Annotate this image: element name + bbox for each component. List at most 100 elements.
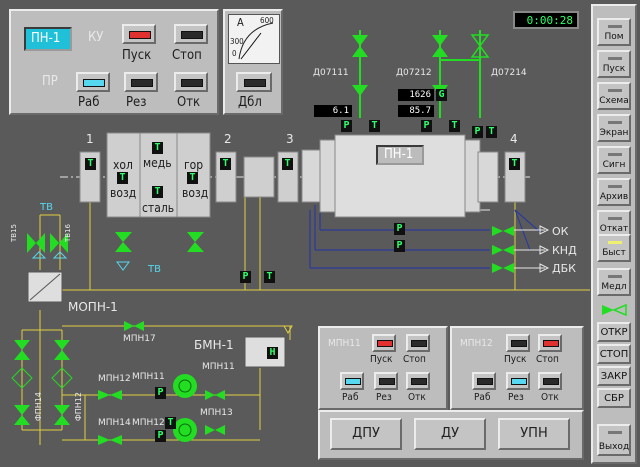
valve-tag-d07111: Д07111	[313, 68, 349, 78]
pump-label: ПН-1	[384, 147, 414, 162]
sidebar-item-slow[interactable]: Медл	[597, 268, 631, 296]
mpn12-start-label: Пуск	[504, 354, 527, 365]
mpn12-reserve-button[interactable]	[506, 372, 530, 390]
upn-button[interactable]: УПН	[498, 418, 570, 450]
sidebar-item-label: Архив	[599, 192, 629, 202]
du-label: ДУ	[440, 426, 460, 441]
mpn11-off-label: Отк	[408, 392, 426, 403]
valve-stop-button[interactable]: СТОП	[597, 344, 631, 364]
sidebar-item-start[interactable]: Пуск	[597, 50, 631, 78]
mpn12-off-button[interactable]	[538, 372, 562, 390]
pressure-indicator: Р	[341, 120, 352, 132]
temp-indicator: Т	[152, 186, 163, 198]
sidebar-item-label: Пом	[604, 32, 624, 42]
dbk-label: ДБК	[552, 262, 576, 275]
mpn11-work-label: Раб	[342, 392, 359, 403]
sidebar-item-signal[interactable]: Сигн	[597, 146, 631, 174]
pressure-indicator: Р	[155, 387, 166, 399]
valve-open-button[interactable]: ОТКР	[597, 322, 631, 342]
pressure-indicator: Р	[421, 120, 432, 132]
hot-label: хол	[113, 158, 133, 172]
mpn11-title: МПН11	[328, 338, 361, 349]
sidebar-item-help[interactable]: Пом	[597, 18, 631, 46]
flow-value-1: 6.1	[314, 105, 352, 117]
air-label-left: возд	[110, 186, 137, 200]
mpn11-pump-label: МПН11	[132, 372, 165, 382]
sidebar-item-label: Схема	[599, 96, 629, 106]
pressure-indicator: Р	[394, 223, 405, 235]
mpn11-work-button[interactable]	[340, 372, 364, 390]
sidebar-item-label: Медл	[601, 282, 627, 292]
mpn11-reserve-button[interactable]	[374, 372, 398, 390]
valve-reset-button[interactable]: СБР	[597, 388, 631, 408]
valve-close-label: ЗАКР	[600, 371, 628, 382]
temp-indicator: Т	[117, 172, 128, 184]
flow-value-3: 85.7	[398, 105, 434, 117]
hot-side-label: гор	[184, 158, 204, 172]
section-number-1: 1	[86, 132, 94, 146]
mopn-label: МОПН-1	[68, 300, 118, 314]
mpn13-label: МПН13	[200, 408, 233, 418]
valve-close-button[interactable]: ЗАКР	[597, 366, 631, 386]
temp-indicator: Т	[264, 271, 275, 283]
mpn12-stop-button[interactable]	[538, 334, 562, 352]
upn-label: УПН	[520, 426, 548, 441]
sidebar-item-scheme[interactable]: Схема	[597, 82, 631, 110]
du-button[interactable]: ДУ	[414, 418, 486, 450]
mpn11-reserve-label: Рез	[376, 392, 392, 403]
mpn11-stop-button[interactable]	[406, 334, 430, 352]
section-number-2: 2	[224, 132, 232, 146]
section-number-3: 3	[286, 132, 294, 146]
tv16-label: ТВ16	[64, 224, 72, 242]
mpn12-start-button[interactable]	[506, 334, 530, 352]
mpn11-valve-label: МПН11	[202, 362, 235, 372]
valve-stop-label: СТОП	[599, 349, 629, 360]
temp-indicator: Т	[152, 142, 163, 154]
bmn-label: БМН-1	[194, 338, 234, 352]
mpn14-label: МПН14	[98, 418, 131, 428]
air-label-right: возд	[182, 186, 209, 200]
valve-icon	[602, 303, 627, 317]
valve-open-label: ОТКР	[600, 327, 628, 338]
tv-label-bottom: ТВ	[148, 264, 161, 275]
flow-unit-indicator: G	[436, 89, 447, 101]
mpn11-off-button[interactable]	[406, 372, 430, 390]
fpn12-label: ФПН12	[74, 392, 83, 422]
mpn12-work-label: Раб	[474, 392, 491, 403]
mpn12-off-label: Отк	[541, 392, 559, 403]
temp-indicator: Т	[282, 158, 293, 170]
tv15-label: ТВ15	[10, 224, 18, 242]
valve-tag-d07214: Д07214	[491, 68, 527, 78]
pressure-indicator: Р	[155, 430, 166, 442]
mpn12-valve-label: МПН12	[98, 374, 131, 384]
sidebar-item-screen[interactable]: Экран	[597, 114, 631, 142]
exit-label: Выход	[598, 442, 630, 452]
valve-reset-label: СБР	[604, 393, 624, 404]
steel-label: сталь	[142, 201, 175, 215]
sidebar-item-label: Экран	[599, 128, 629, 138]
mpn12-title: МПН12	[460, 338, 493, 349]
dpu-button[interactable]: ДПУ	[330, 418, 402, 450]
mpn17-label: МПН17	[123, 334, 156, 344]
temp-indicator: Т	[509, 158, 520, 170]
knd-label: КНД	[552, 244, 577, 257]
sidebar-item-archive[interactable]: Архив	[597, 178, 631, 206]
mpn12-work-button[interactable]	[472, 372, 496, 390]
sidebar-item-label: Сигн	[602, 160, 626, 170]
fpn14-label: ФПН14	[34, 392, 43, 422]
mpn12-stop-label: Стоп	[536, 354, 559, 365]
sidebar-item-label: Откат	[599, 224, 629, 234]
temp-indicator: Т	[165, 417, 176, 429]
temp-indicator: Т	[220, 158, 231, 170]
mpn11-start-label: Пуск	[370, 354, 393, 365]
pressure-indicator: Р	[472, 126, 483, 138]
sidebar-item-fast[interactable]: Быст	[597, 234, 631, 262]
copper-label: медь	[143, 156, 172, 170]
dpu-label: ДПУ	[352, 426, 380, 441]
pressure-indicator: Р	[240, 271, 251, 283]
exit-button[interactable]: Выход	[597, 424, 631, 456]
temp-indicator: Т	[369, 120, 380, 132]
sidebar-item-label: Быст	[602, 248, 626, 258]
mpn11-start-button[interactable]	[372, 334, 396, 352]
level-indicator: Н	[267, 347, 278, 359]
